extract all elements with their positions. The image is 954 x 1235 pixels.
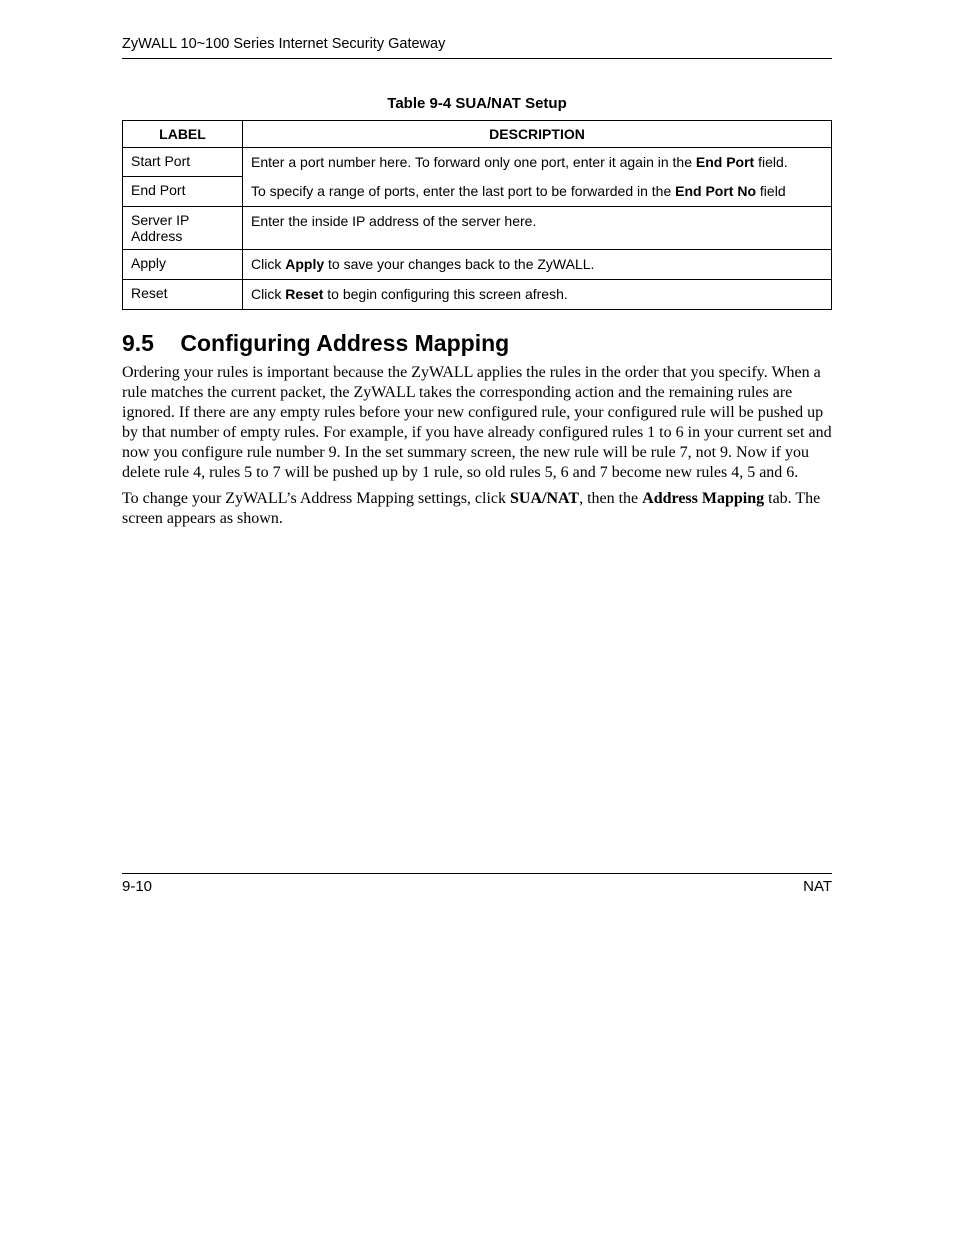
page: ZyWALL 10~100 Series Internet Security G… xyxy=(0,0,954,1235)
cell-label: Apply xyxy=(123,249,243,279)
table-row: Start Port Enter a port number here. To … xyxy=(123,148,832,177)
text: field xyxy=(756,183,786,199)
page-footer: 9-10 NAT xyxy=(122,873,832,895)
section-title: Configuring Address Mapping xyxy=(180,330,509,356)
table-row: Reset Click Reset to begin configuring t… xyxy=(123,279,832,309)
text: Click xyxy=(251,256,285,272)
text: To change your ZyWALL’s Address Mapping … xyxy=(122,490,510,507)
text-bold: Reset xyxy=(285,286,323,302)
text-bold: Address Mapping xyxy=(642,490,764,507)
table-header-row: LABEL DESCRIPTION xyxy=(123,121,832,148)
cell-label: End Port xyxy=(123,177,243,206)
table-caption: Table 9-4 SUA/NAT Setup xyxy=(122,95,832,112)
paragraph: Ordering your rules is important because… xyxy=(122,363,832,483)
col-label: LABEL xyxy=(123,121,243,148)
text: to begin configuring this screen afresh. xyxy=(323,286,567,302)
text: to save your changes back to the ZyWALL. xyxy=(324,256,594,272)
text: Enter a port number here. To forward onl… xyxy=(251,154,696,170)
cell-label: Start Port xyxy=(123,148,243,177)
text: , then the xyxy=(579,490,642,507)
col-description: DESCRIPTION xyxy=(243,121,832,148)
table-row: Server IP Address Enter the inside IP ad… xyxy=(123,206,832,249)
cell-description: To specify a range of ports, enter the l… xyxy=(243,177,832,206)
cell-label: Reset xyxy=(123,279,243,309)
cell-description: Click Reset to begin configuring this sc… xyxy=(243,279,832,309)
section-number: 9.5 xyxy=(122,330,174,357)
cell-description: Enter a port number here. To forward onl… xyxy=(243,148,832,177)
running-header: ZyWALL 10~100 Series Internet Security G… xyxy=(122,36,832,59)
text: Click xyxy=(251,286,285,302)
cell-label: Server IP Address xyxy=(123,206,243,249)
text-bold: End Port No xyxy=(675,183,756,199)
table-row: End Port To specify a range of ports, en… xyxy=(123,177,832,206)
text-bold: End Port xyxy=(696,154,754,170)
paragraph: To change your ZyWALL’s Address Mapping … xyxy=(122,489,832,529)
table-row: Apply Click Apply to save your changes b… xyxy=(123,249,832,279)
footer-page-number: 9-10 xyxy=(122,878,152,895)
cell-description: Click Apply to save your changes back to… xyxy=(243,249,832,279)
sua-nat-table: LABEL DESCRIPTION Start Port Enter a por… xyxy=(122,120,832,310)
text: field. xyxy=(754,154,787,170)
cell-description: Enter the inside IP address of the serve… xyxy=(243,206,832,249)
text-bold: SUA/NAT xyxy=(510,490,579,507)
section-heading: 9.5 Configuring Address Mapping xyxy=(122,330,832,357)
text: To specify a range of ports, enter the l… xyxy=(251,183,675,199)
text-bold: Apply xyxy=(285,256,324,272)
footer-section-name: NAT xyxy=(803,878,832,895)
